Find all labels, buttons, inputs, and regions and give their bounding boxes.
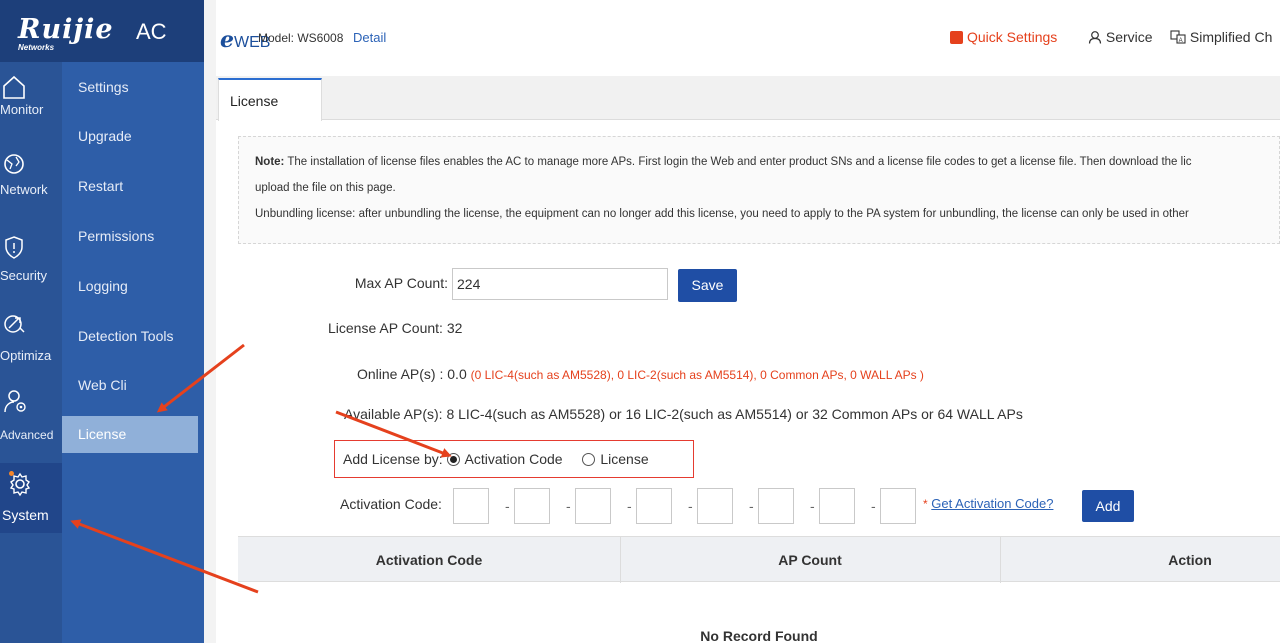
available-aps-label: Available AP(s):: [344, 406, 443, 422]
rail-label-network: Network: [0, 182, 48, 197]
rail-label-security: Security: [0, 268, 47, 283]
column-activation-code: Activation Code: [375, 552, 483, 568]
logo-subtitle: Networks: [18, 43, 55, 52]
column-action: Action: [1168, 552, 1212, 568]
active-indicator-dot: [9, 471, 14, 476]
license-ap-count-label: License AP Count:: [328, 320, 443, 336]
quick-settings-icon: [950, 31, 963, 44]
activation-dash: -: [566, 498, 571, 514]
rail-item-monitor[interactable]: Monitor: [0, 62, 62, 120]
get-activation-code-link[interactable]: Get Activation Code?: [931, 496, 1053, 511]
product-name: AC: [136, 19, 167, 44]
add-license-by-label: Add License by:: [343, 451, 443, 467]
rail-item-advanced[interactable]: Advanced: [0, 384, 62, 450]
note-line-3: Unbundling license: after unbundling the…: [255, 208, 1189, 220]
tab-bar: License: [216, 76, 1280, 121]
activation-dash: -: [688, 498, 693, 514]
rail-item-network[interactable]: Network: [0, 140, 62, 198]
license-ap-count-value: 32: [446, 320, 463, 336]
rail-item-optimization[interactable]: Optimiza: [0, 300, 62, 364]
submenu-item-web-cli[interactable]: Web Cli: [62, 367, 198, 404]
logo-brand: Ruijie: [18, 14, 114, 45]
radio-license-circle[interactable]: [582, 453, 596, 466]
rocket-icon: [4, 315, 25, 333]
submenu-panel: Settings Upgrade Restart Permissions Log…: [62, 0, 204, 643]
activation-code-field-6[interactable]: [758, 488, 794, 524]
activation-code-field-1[interactable]: [453, 488, 489, 524]
add-license-by-row: Add License by: Activation Code License: [343, 451, 649, 467]
submenu-item-upgrade[interactable]: Upgrade: [62, 118, 198, 155]
tab-license[interactable]: License: [218, 78, 322, 121]
activation-code-label: Activation Code:: [340, 496, 442, 512]
activation-code-field-3[interactable]: [575, 488, 611, 524]
user-gear-icon: [4, 390, 26, 413]
submenu-item-settings[interactable]: Settings: [62, 69, 198, 106]
icon-rail: Monitor Network Security Optimiza Advanc…: [0, 0, 62, 643]
activation-dash: -: [871, 498, 876, 514]
detail-link[interactable]: Detail: [353, 30, 386, 45]
rail-label-optimization: Optimiza: [0, 348, 52, 363]
note-line-2: upload the file on this page.: [255, 182, 396, 194]
device-model: Model: WS6008: [258, 31, 344, 45]
svg-text:A: A: [1179, 38, 1183, 44]
required-star: *: [923, 497, 928, 511]
note-box: Note: The installation of license files …: [238, 136, 1280, 244]
shield-icon: [5, 236, 23, 259]
home-icon: [3, 75, 25, 99]
globe-icon: [4, 154, 24, 174]
radio-activation-code[interactable]: Activation Code: [446, 451, 563, 467]
save-button[interactable]: Save: [678, 269, 737, 302]
available-aps-row: Available AP(s): 8 LIC-4(such as AM5528)…: [344, 406, 1023, 422]
submenu-item-logging[interactable]: Logging: [62, 268, 198, 305]
activation-dash: -: [505, 498, 510, 514]
available-aps-value: 8 LIC-4(such as AM5528) or 16 LIC-2(such…: [446, 406, 1023, 422]
get-activation-code-row: * Get Activation Code?: [923, 496, 1053, 511]
column-ap-count: AP Count: [778, 552, 842, 568]
rail-label-advanced: Advanced: [0, 428, 54, 442]
activation-dash: -: [627, 498, 632, 514]
ruijie-logo: Ruijie Networks AC: [18, 14, 167, 52]
submenu-item-detection-tools[interactable]: Detection Tools: [62, 318, 198, 355]
radio-license[interactable]: License: [582, 451, 649, 467]
max-ap-count-label: Max AP Count:: [354, 275, 448, 291]
empty-table-message: No Record Found: [700, 628, 818, 643]
online-aps-row: Online AP(s) : 0.0 (0 LIC-4(such as AM55…: [357, 366, 924, 382]
language-selector[interactable]: A Simplified Ch: [1170, 29, 1272, 45]
quick-settings-link[interactable]: Quick Settings: [950, 29, 1057, 45]
online-aps-label: Online AP(s) :: [357, 366, 444, 382]
activation-code-field-7[interactable]: [819, 488, 855, 524]
top-header: eWEB Model: WS6008 Detail Quick Settings…: [216, 0, 1280, 66]
online-aps-value: 0.0: [447, 366, 467, 382]
activation-dash: -: [749, 498, 754, 514]
submenu-item-permissions[interactable]: Permissions: [62, 218, 198, 255]
submenu-item-license[interactable]: License: [62, 416, 198, 453]
activation-code-field-5[interactable]: [697, 488, 733, 524]
activation-dash: -: [810, 498, 815, 514]
add-button[interactable]: Add: [1082, 490, 1134, 522]
service-person-icon: [1088, 31, 1102, 44]
rail-label-monitor: Monitor: [0, 102, 44, 117]
max-ap-count-input[interactable]: [452, 268, 668, 300]
license-table-header: Activation Code AP Count Action: [238, 536, 1280, 583]
rail-item-security[interactable]: Security: [0, 220, 62, 284]
note-line-1: Note: The installation of license files …: [255, 156, 1192, 168]
activation-code-field-8[interactable]: [880, 488, 916, 524]
submenu-item-restart[interactable]: Restart: [62, 168, 198, 205]
rail-label-system: System: [2, 507, 49, 523]
online-aps-detail: (0 LIC-4(such as AM5528), 0 LIC-2(such a…: [470, 368, 924, 382]
radio-activation-code-circle[interactable]: [446, 453, 460, 466]
activation-code-field-4[interactable]: [636, 488, 672, 524]
content-gutter: [204, 0, 216, 643]
activation-code-field-2[interactable]: [514, 488, 550, 524]
language-icon: A: [1170, 30, 1186, 44]
license-ap-count-row: License AP Count: 32: [328, 320, 462, 336]
service-link[interactable]: Service: [1088, 29, 1153, 45]
